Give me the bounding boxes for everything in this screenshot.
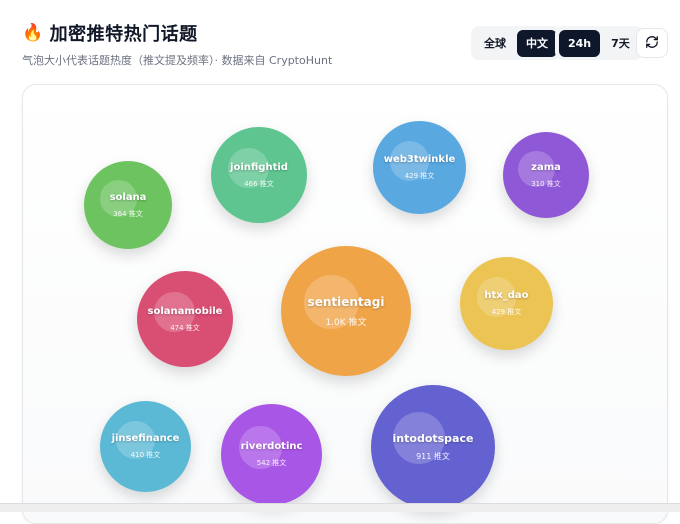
fire-icon: 🔥 bbox=[22, 23, 44, 43]
topic-bubble-web3twinkle[interactable]: web3twinkle 429 推文 bbox=[373, 121, 466, 214]
bubble-tweet-count: 429 推文 bbox=[404, 172, 435, 180]
topic-bubble-intodotspace[interactable]: intodotspace 911 推文 bbox=[371, 385, 495, 509]
topic-bubble-jinsefinance[interactable]: jinsefinance 410 推文 bbox=[100, 401, 191, 492]
refresh-button[interactable] bbox=[636, 28, 668, 58]
topic-bubble-sentientagi[interactable]: sentientagi 1.0K 推文 bbox=[281, 246, 411, 376]
bubble-topic-name: htx_dao bbox=[484, 290, 529, 301]
bubble-topic-name: riverdotinc bbox=[240, 441, 303, 452]
bubble-tweet-count: 410 推文 bbox=[130, 451, 161, 459]
page-subtitle: 气泡大小代表话题热度（推文提及频率）· 数据来自 CryptoHunt bbox=[22, 54, 333, 67]
bubble-topic-name: zama bbox=[531, 161, 561, 173]
title-text: 加密推特热门话题 bbox=[49, 24, 198, 45]
bubble-chart-area: solana 364 推文 joinfightid 466 推文 web3twi… bbox=[22, 84, 668, 524]
bubble-topic-name: jinsefinance bbox=[111, 433, 180, 444]
bubble-tweet-count: 542 推文 bbox=[256, 459, 287, 467]
topic-bubble-riverdotinc[interactable]: riverdotinc 542 推文 bbox=[221, 404, 322, 505]
topic-bubble-zama[interactable]: zama 310 推文 bbox=[503, 132, 589, 218]
topic-bubble-htx_dao[interactable]: htx_dao 429 推文 bbox=[460, 257, 553, 350]
refresh-icon bbox=[645, 34, 659, 53]
bubble-tweet-count: 364 推文 bbox=[113, 209, 143, 218]
bubble-topic-name: solanamobile bbox=[147, 305, 223, 317]
region-option-global[interactable]: 全球 bbox=[475, 30, 515, 57]
topic-bubble-joinfightid[interactable]: joinfightid 466 推文 bbox=[211, 127, 307, 223]
topic-bubble-solanamobile[interactable]: solanamobile 474 推文 bbox=[137, 271, 233, 367]
topic-bubble-solana[interactable]: solana 364 推文 bbox=[84, 161, 172, 249]
bubble-topic-name: joinfightid bbox=[230, 161, 288, 173]
bubble-topic-name: sentientagi bbox=[307, 294, 385, 309]
bubble-tweet-count: 466 推文 bbox=[244, 179, 274, 188]
time-option-7d[interactable]: 7天 bbox=[602, 30, 639, 57]
bubble-tweet-count: 310 推文 bbox=[531, 179, 561, 188]
bubble-tweet-count: 429 推文 bbox=[491, 308, 522, 316]
region-toggle: 全球 中文 bbox=[471, 26, 561, 60]
time-range-toggle: 24h 7天 bbox=[555, 26, 643, 60]
bubble-topic-name: intodotspace bbox=[392, 432, 474, 445]
bubble-topic-name: solana bbox=[109, 191, 147, 203]
region-option-chinese[interactable]: 中文 bbox=[517, 29, 557, 57]
bubble-tweet-count: 474 推文 bbox=[170, 323, 200, 332]
time-option-24h[interactable]: 24h bbox=[559, 29, 601, 57]
page-title: 🔥 加密推特热门话题 bbox=[22, 20, 198, 46]
bubble-tweet-count: 1.0K 推文 bbox=[325, 317, 367, 328]
bubble-tweet-count: 911 推文 bbox=[416, 452, 450, 461]
bubble-topic-name: web3twinkle bbox=[383, 154, 456, 165]
